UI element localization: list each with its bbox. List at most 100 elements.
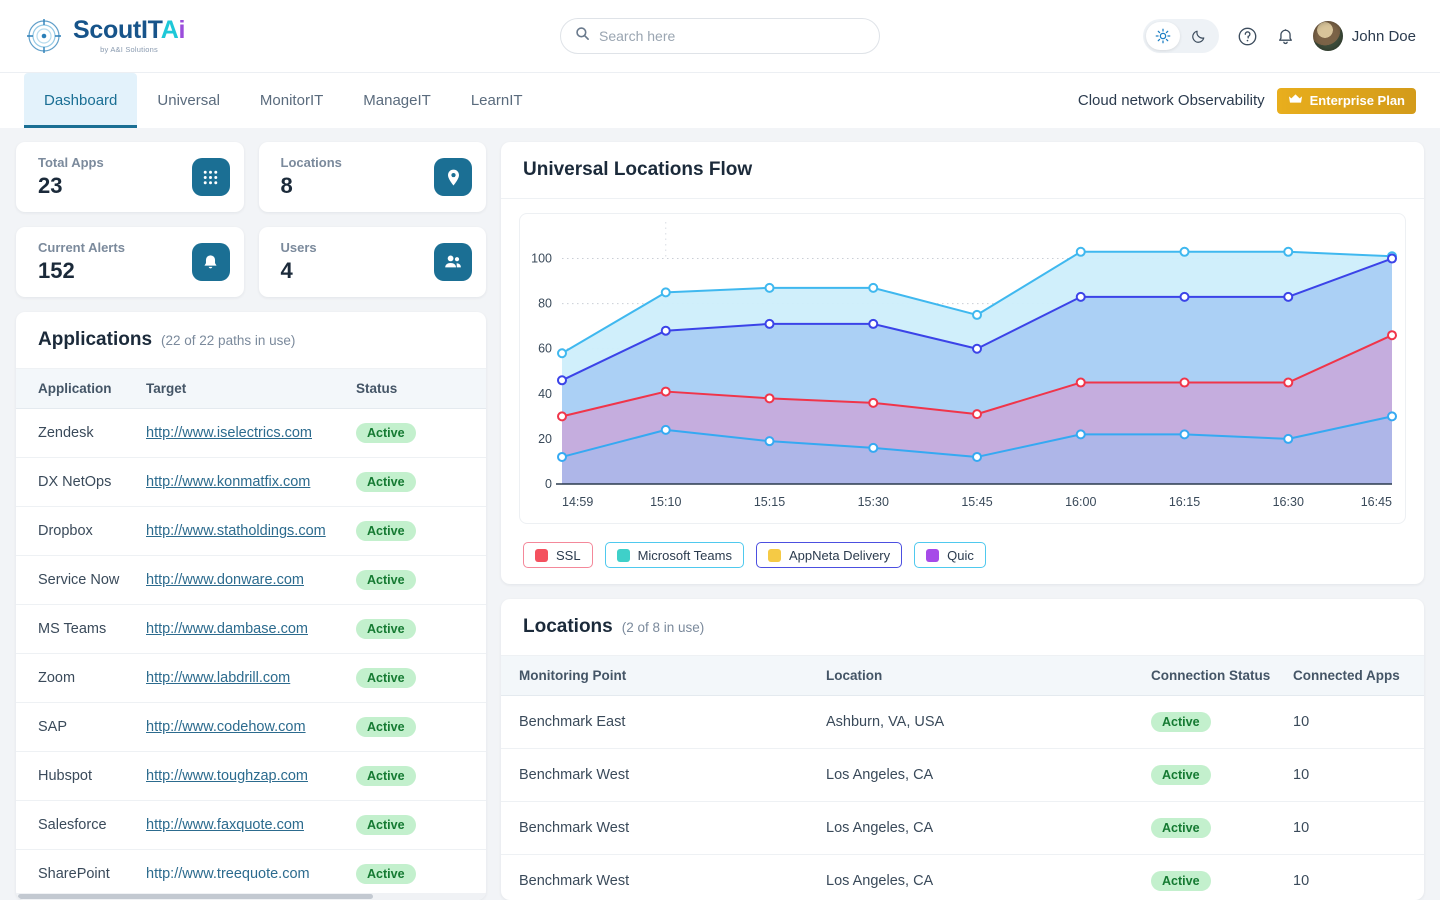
tab-manageit[interactable]: ManageIT (343, 73, 451, 128)
target-link[interactable]: http://www.codehow.com (146, 719, 306, 735)
table-row[interactable]: Salesforce http://www.faxquote.com Activ… (16, 801, 486, 850)
tab-universal[interactable]: Universal (137, 73, 240, 128)
user-menu[interactable]: John Doe (1313, 21, 1416, 51)
cell-location: Los Angeles, CA (826, 855, 1151, 900)
svg-text:16:45: 16:45 (1361, 495, 1392, 509)
table-row[interactable]: SAP http://www.codehow.com Active (16, 703, 486, 752)
moon-icon[interactable] (1182, 22, 1216, 50)
theme-toggle[interactable] (1143, 19, 1219, 53)
svg-text:60: 60 (538, 342, 552, 356)
column-location: Location (826, 656, 1151, 696)
table-row[interactable]: Zoom http://www.labdrill.com Active (16, 654, 486, 703)
table-row[interactable]: Service Now http://www.donware.com Activ… (16, 556, 486, 605)
status-badge: Active (356, 521, 416, 541)
cell-target: http://www.faxquote.com (146, 801, 356, 850)
svg-text:15:10: 15:10 (650, 495, 681, 509)
table-row[interactable]: Benchmark East Ashburn, VA, USA Active 1… (501, 696, 1424, 749)
table-row[interactable]: Benchmark West Los Angeles, CA Active 10 (501, 855, 1424, 900)
table-row[interactable]: Zendesk http://www.iselectrics.com Activ… (16, 409, 486, 458)
table-row[interactable]: Benchmark West Los Angeles, CA Active 10 (501, 749, 1424, 802)
stat-cards: Total Apps 23 Locations 8 (16, 142, 486, 297)
legend-label: SSL (556, 548, 581, 563)
status-badge: Active (356, 864, 416, 884)
svg-text:15:30: 15:30 (858, 495, 889, 509)
logo-wordmark: ScoutITAi by A&I Solutions (73, 18, 185, 54)
scout-target-logo-icon (24, 16, 64, 56)
stat-card-total-apps[interactable]: Total Apps 23 (16, 142, 244, 212)
legend-swatch (768, 549, 781, 562)
stat-value: 8 (281, 173, 342, 199)
locations-scroll-region[interactable]: Monitoring Point Location Connection Sta… (501, 656, 1424, 900)
table-row[interactable]: DX NetOps http://www.konmatfix.com Activ… (16, 458, 486, 507)
svg-text:0: 0 (545, 477, 552, 491)
dashboard-body: Total Apps 23 Locations 8 (0, 128, 1440, 900)
svg-text:20: 20 (538, 432, 552, 446)
cell-monitoring-point: Benchmark West (501, 855, 826, 900)
target-link[interactable]: http://www.toughzap.com (146, 768, 308, 784)
sun-icon[interactable] (1146, 22, 1180, 50)
legend-swatch (617, 549, 630, 562)
legend-label: Quic (947, 548, 974, 563)
target-link[interactable]: http://www.treequote.com (146, 866, 310, 882)
tab-learnit[interactable]: LearnIT (451, 73, 543, 128)
table-row[interactable]: SharePoint http://www.treequote.com Acti… (16, 850, 486, 894)
column-connection-status: Connection Status (1151, 656, 1293, 696)
logo-name-accent2: i (178, 16, 185, 44)
table-row[interactable]: Dropbox http://www.statholdings.com Acti… (16, 507, 486, 556)
tab-monitorit[interactable]: MonitorIT (240, 73, 343, 128)
cell-monitoring-point: Benchmark West (501, 749, 826, 802)
legend-item-quic[interactable]: Quic (914, 542, 986, 568)
cell-application: Zendesk (16, 409, 146, 458)
logo-tagline: by A&I Solutions (73, 46, 185, 54)
status-badge: Active (356, 570, 416, 590)
cell-connection-status: Active (1151, 855, 1293, 900)
cell-target: http://www.iselectrics.com (146, 409, 356, 458)
cell-status: Active (356, 458, 486, 507)
legend-label: Microsoft Teams (638, 548, 732, 563)
target-link[interactable]: http://www.statholdings.com (146, 523, 326, 539)
stat-card-locations[interactable]: Locations 8 (259, 142, 487, 212)
tab-dashboard[interactable]: Dashboard (24, 73, 137, 128)
svg-text:16:15: 16:15 (1169, 495, 1200, 509)
svg-text:16:30: 16:30 (1273, 495, 1304, 509)
table-row[interactable]: MS Teams http://www.dambase.com Active (16, 605, 486, 654)
area-chart[interactable]: 02040608010014:5915:1015:1515:3015:4516:… (520, 218, 1404, 518)
cell-application: Service Now (16, 556, 146, 605)
legend-swatch (535, 549, 548, 562)
cell-location: Los Angeles, CA (826, 802, 1151, 855)
target-link[interactable]: http://www.iselectrics.com (146, 425, 312, 441)
target-link[interactable]: http://www.konmatfix.com (146, 474, 310, 490)
search-bar[interactable] (560, 18, 880, 54)
cell-connection-status: Active (1151, 696, 1293, 749)
search-input[interactable] (599, 28, 865, 44)
cell-status: Active (356, 556, 486, 605)
target-link[interactable]: http://www.dambase.com (146, 621, 308, 637)
svg-text:40: 40 (538, 387, 552, 401)
app-logo[interactable]: ScoutITAi by A&I Solutions (24, 16, 354, 56)
stat-value: 23 (38, 173, 104, 199)
legend-item-ssl[interactable]: SSL (523, 542, 593, 568)
legend-item-appneta-delivery[interactable]: AppNeta Delivery (756, 542, 902, 568)
target-link[interactable]: http://www.labdrill.com (146, 670, 290, 686)
column-target: Target (146, 369, 356, 409)
cell-application: Zoom (16, 654, 146, 703)
nav-caption: Cloud network Observability (1078, 92, 1265, 109)
cell-target: http://www.statholdings.com (146, 507, 356, 556)
bell-icon[interactable] (1276, 27, 1295, 46)
status-badge: Active (356, 619, 416, 639)
applications-horizontal-scrollbar[interactable] (16, 893, 486, 900)
cell-target: http://www.konmatfix.com (146, 458, 356, 507)
chart-header: Universal Locations Flow (501, 142, 1424, 199)
cell-application: SAP (16, 703, 146, 752)
help-icon[interactable] (1237, 26, 1258, 47)
table-row[interactable]: Hubspot http://www.toughzap.com Active (16, 752, 486, 801)
enterprise-plan-badge[interactable]: Enterprise Plan (1277, 88, 1416, 114)
legend-item-microsoft-teams[interactable]: Microsoft Teams (605, 542, 744, 568)
applications-scroll-region[interactable]: Application Target Status Zendesk http:/… (16, 369, 486, 893)
table-row[interactable]: Benchmark West Los Angeles, CA Active 10 (501, 802, 1424, 855)
target-link[interactable]: http://www.donware.com (146, 572, 304, 588)
stat-card-current-alerts[interactable]: Current Alerts 152 (16, 227, 244, 297)
logo-name-accent: A (161, 16, 179, 44)
stat-card-users[interactable]: Users 4 (259, 227, 487, 297)
target-link[interactable]: http://www.faxquote.com (146, 817, 304, 833)
